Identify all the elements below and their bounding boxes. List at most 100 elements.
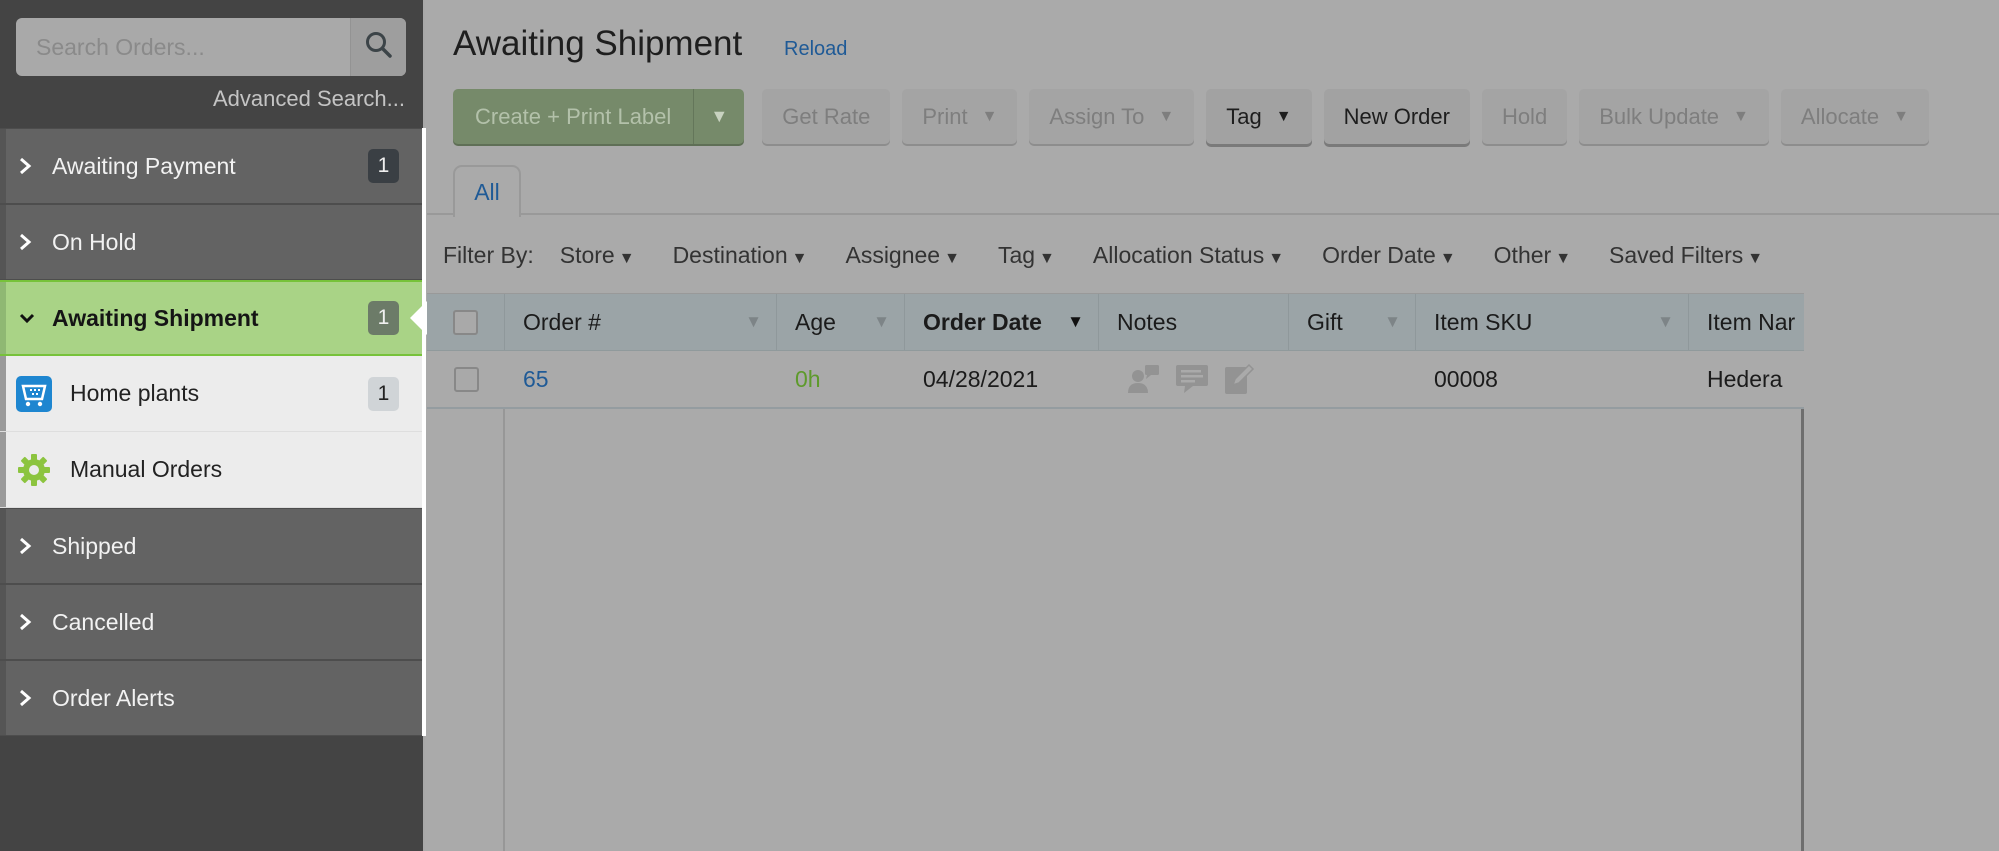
row-checkbox[interactable] xyxy=(453,366,479,392)
filter-other[interactable]: Other ▼ xyxy=(1494,242,1571,269)
store-manual-orders[interactable]: Manual Orders xyxy=(0,432,425,508)
status-nav: Awaiting Payment 1 On Hold Awaiting Ship… xyxy=(0,128,427,736)
filter-assignee[interactable]: Assignee ▼ xyxy=(845,242,959,269)
store-label: Home plants xyxy=(70,380,200,406)
filter-allocation-status[interactable]: Allocation Status ▼ xyxy=(1093,242,1284,269)
column-label: Gift xyxy=(1307,308,1343,335)
search-button[interactable] xyxy=(350,18,406,76)
advanced-search-link[interactable]: Advanced Search... xyxy=(213,86,405,112)
filter-label: Other xyxy=(1493,241,1552,268)
search-orders-input[interactable] xyxy=(16,18,350,76)
chevron-right-icon xyxy=(0,688,52,708)
sort-caret-icon: ▼ xyxy=(873,312,890,331)
status-shipped[interactable]: Shipped xyxy=(0,508,425,584)
create-print-label-label[interactable]: Create + Print Label xyxy=(453,89,695,144)
caret-down-icon: ▼ xyxy=(1555,249,1572,267)
cell-item-sku: 00008 xyxy=(1416,351,1689,407)
nav-strip xyxy=(0,356,6,431)
table-row[interactable]: 65 0h 04/28/2021 00008 Hedera xyxy=(427,351,1804,409)
chevron-down-icon xyxy=(0,311,52,325)
filter-destination[interactable]: Destination ▼ xyxy=(673,242,808,269)
filter-saved-filters[interactable]: Saved Filters ▼ xyxy=(1609,242,1763,269)
new-order-label: New Order xyxy=(1343,103,1450,129)
sort-desc-icon: ▼ xyxy=(1067,312,1084,331)
caret-down-icon: ▼ xyxy=(1039,249,1055,267)
filter-label: Order Date xyxy=(1322,241,1436,268)
filter-label: Allocation Status xyxy=(1092,241,1265,268)
status-label: Awaiting Shipment xyxy=(52,304,259,331)
nav-strip xyxy=(0,205,6,279)
reload-link[interactable]: Reload xyxy=(784,38,847,61)
filter-label: Saved Filters xyxy=(1609,241,1744,268)
edit-note-icon[interactable] xyxy=(1223,363,1255,395)
cart-store-icon xyxy=(16,375,52,412)
tab-all[interactable]: All xyxy=(453,165,521,217)
tag-button[interactable]: Tag ▼ xyxy=(1206,89,1312,144)
column-header-order-number[interactable]: Order # ▼ xyxy=(505,294,777,350)
grid-header: Order # ▼ Age ▼ Order Date ▼ Notes Gift ▼ It… xyxy=(427,293,1804,351)
column-header-notes[interactable]: Notes xyxy=(1099,294,1289,350)
nav-strip xyxy=(0,661,6,735)
filter-order-date[interactable]: Order Date ▼ xyxy=(1322,242,1456,269)
status-order-alerts[interactable]: Order Alerts xyxy=(0,660,425,736)
internal-note-icon[interactable] xyxy=(1175,364,1209,394)
nav-strip xyxy=(0,282,6,354)
store-home-plants[interactable]: Home plants 1 xyxy=(0,356,425,432)
select-all-checkbox[interactable] xyxy=(453,309,478,335)
filter-label: Assignee xyxy=(845,241,941,268)
create-print-label-button[interactable]: Create + Print Label ▼ xyxy=(453,89,745,144)
bulk-update-button[interactable]: Bulk Update ▼ xyxy=(1579,89,1769,144)
print-button[interactable]: Print ▼ xyxy=(902,89,1018,144)
column-header-gift[interactable]: Gift ▼ xyxy=(1289,294,1416,350)
column-label: Item Nar xyxy=(1707,308,1796,335)
filter-store[interactable]: Store ▼ xyxy=(560,242,635,269)
cell-gift xyxy=(1289,351,1416,407)
column-header-age[interactable]: Age ▼ xyxy=(777,294,905,350)
nav-strip xyxy=(0,432,6,507)
new-order-button[interactable]: New Order xyxy=(1323,89,1470,144)
filter-bar: Filter By: Store ▼ Destination ▼ Assignee ▼… xyxy=(443,237,1801,273)
get-rate-label: Get Rate xyxy=(782,103,871,129)
sort-caret-icon: ▼ xyxy=(1384,312,1401,331)
caret-down-icon: ▼ xyxy=(1439,249,1456,267)
notes-icons xyxy=(1127,363,1255,395)
allocate-label: Allocate xyxy=(1800,103,1880,129)
column-label: Order # xyxy=(523,308,601,335)
tag-label: Tag xyxy=(1226,103,1262,129)
status-count-badge: 1 xyxy=(368,301,399,335)
sort-caret-icon: ▼ xyxy=(745,312,762,331)
column-header-item-name[interactable]: Item Nar xyxy=(1689,294,1804,350)
chevron-right-icon xyxy=(0,612,52,632)
customer-note-icon[interactable] xyxy=(1127,364,1161,394)
assign-to-button[interactable]: Assign To ▼ xyxy=(1029,89,1195,144)
column-header-item-sku[interactable]: Item SKU ▼ xyxy=(1416,294,1689,350)
status-label: Cancelled xyxy=(52,608,155,635)
allocate-button[interactable]: Allocate ▼ xyxy=(1780,89,1930,144)
status-awaiting-payment[interactable]: Awaiting Payment 1 xyxy=(0,128,425,204)
cell-notes xyxy=(1099,351,1289,407)
main-panel: Awaiting Shipment Reload Create + Print … xyxy=(427,0,1999,851)
cell-age: 0h xyxy=(777,351,905,407)
chevron-right-icon xyxy=(0,232,52,252)
column-label: Item SKU xyxy=(1434,308,1533,335)
status-on-hold[interactable]: On Hold xyxy=(0,204,425,280)
order-number-link[interactable]: 65 xyxy=(523,366,549,393)
status-cancelled[interactable]: Cancelled xyxy=(0,584,425,660)
order-date-value: 04/28/2021 xyxy=(923,365,1039,392)
header-select-all xyxy=(427,294,505,350)
column-label: Order Date xyxy=(923,308,1042,335)
filter-tag[interactable]: Tag ▼ xyxy=(998,242,1055,269)
column-header-order-date[interactable]: Order Date ▼ xyxy=(905,294,1099,350)
column-label: Age xyxy=(795,308,836,335)
hold-button[interactable]: Hold xyxy=(1481,89,1568,144)
status-label: On Hold xyxy=(52,228,137,255)
assign-to-label: Assign To xyxy=(1049,103,1145,129)
nav-strip xyxy=(0,585,6,659)
age-value: 0h xyxy=(795,365,821,392)
caret-down-icon[interactable]: ▼ xyxy=(694,89,744,144)
status-awaiting-shipment[interactable]: Awaiting Shipment 1 xyxy=(0,280,427,356)
nav-strip xyxy=(0,129,6,203)
get-rate-button[interactable]: Get Rate xyxy=(762,89,891,144)
search-box xyxy=(16,18,406,76)
sort-caret-icon: ▼ xyxy=(1657,312,1674,331)
